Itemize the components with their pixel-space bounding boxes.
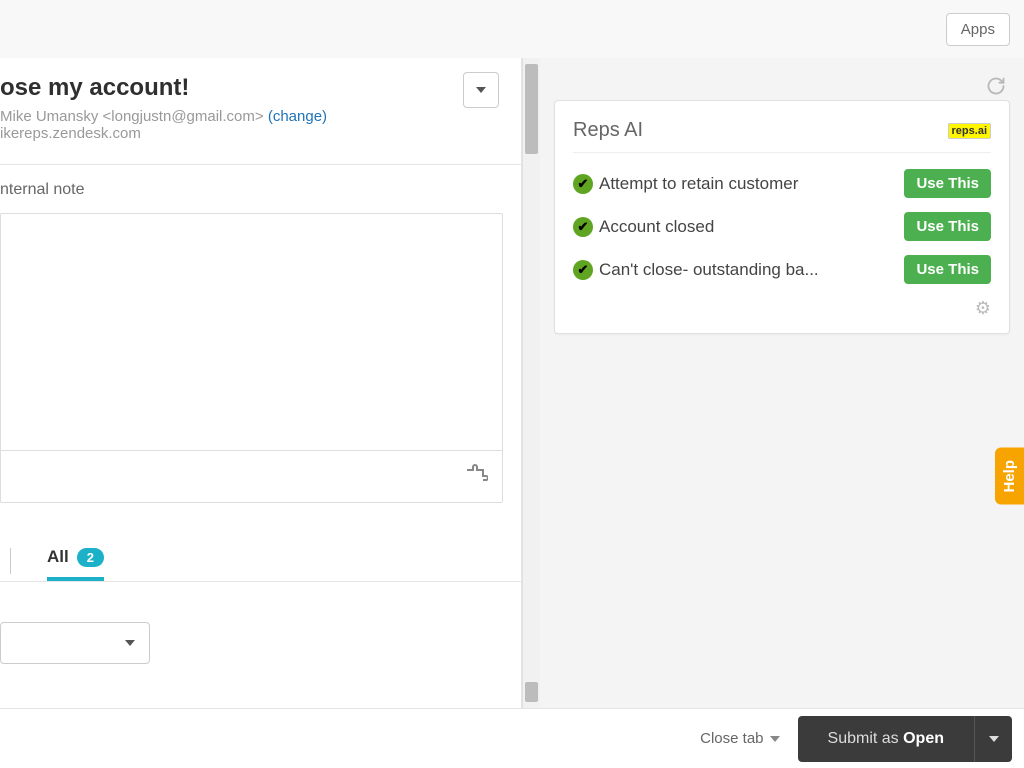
reps-ai-header: Reps AI reps.ai (573, 119, 991, 153)
suggestion-row: ✔ Can't close- outstanding ba... Use Thi… (573, 255, 991, 284)
apps-button[interactable]: Apps (946, 13, 1010, 46)
ticket-requester: Mike Umansky <longjustn@gmail.com> (chan… (0, 108, 503, 125)
tab-all[interactable]: All 2 (47, 547, 104, 581)
apps-shortcut-icon[interactable] (464, 464, 488, 490)
submit-prefix: Submit as (828, 730, 904, 747)
gear-icon[interactable]: ⚙ (975, 298, 991, 319)
suggestion-row: ✔ Account closed Use This (573, 212, 991, 241)
chevron-down-icon (476, 87, 486, 93)
collapse-header-button[interactable] (463, 72, 499, 108)
compose-footer (1, 450, 502, 502)
reps-ai-title: Reps AI (573, 119, 643, 142)
change-requester-link[interactable]: (change) (268, 108, 327, 125)
compose-area (0, 213, 503, 503)
suggestion-text: Account closed (599, 217, 714, 237)
ticket-header: ose my account! Mike Umansky <longjustn@… (0, 58, 521, 154)
reps-ai-card: Reps AI reps.ai ✔ Attempt to retain cust… (554, 100, 1010, 334)
help-tab[interactable]: Help (995, 448, 1024, 505)
tab-all-label: All (47, 547, 69, 567)
reps-ai-logo: reps.ai (948, 123, 991, 139)
conversation-tabs: All 2 (0, 547, 521, 582)
use-this-button[interactable]: Use This (904, 255, 991, 284)
requester-name: Mike Umansky <longjustn@gmail.com> (0, 108, 268, 125)
suggestion-row: ✔ Attempt to retain customer Use This (573, 169, 991, 198)
reply-tab-internal-note[interactable]: nternal note (0, 165, 521, 199)
tab-separator (10, 548, 11, 574)
ticket-footer: Close tab Submit as Open (0, 708, 1024, 768)
suggestion-text: Can't close- outstanding ba... (599, 260, 819, 280)
refresh-icon[interactable] (986, 76, 1006, 96)
tab-all-count: 2 (77, 548, 104, 567)
chevron-down-icon (770, 736, 780, 742)
chevron-down-icon (125, 640, 135, 646)
ticket-subject: ose my account! (0, 74, 503, 102)
suggestion-label: ✔ Account closed (573, 217, 904, 237)
submit-status: Open (903, 730, 944, 747)
footer-dropdown[interactable] (0, 622, 150, 664)
scroll-thumb[interactable] (525, 64, 538, 154)
close-tab-button[interactable]: Close tab (700, 730, 779, 747)
app-settings-row: ⚙ (573, 298, 991, 319)
chevron-down-icon (989, 736, 999, 742)
ticket-pane: ose my account! Mike Umansky <longjustn@… (0, 58, 522, 708)
close-tab-label: Close tab (700, 730, 763, 747)
use-this-button[interactable]: Use This (904, 169, 991, 198)
suggestion-label: ✔ Attempt to retain customer (573, 174, 904, 194)
check-icon: ✔ (573, 217, 593, 237)
check-icon: ✔ (573, 174, 593, 194)
submit-group: Submit as Open (798, 716, 1012, 762)
use-this-button[interactable]: Use This (904, 212, 991, 241)
main-content: ose my account! Mike Umansky <longjustn@… (0, 58, 1024, 708)
suggestion-label: ✔ Can't close- outstanding ba... (573, 260, 904, 280)
check-icon: ✔ (573, 260, 593, 280)
ticket-via: ikereps.zendesk.com (0, 125, 503, 142)
scrollbar[interactable] (522, 58, 540, 708)
suggestion-text: Attempt to retain customer (599, 174, 798, 194)
apps-sidebar: Reps AI reps.ai ✔ Attempt to retain cust… (540, 58, 1024, 708)
top-bar: Apps (0, 0, 1024, 58)
scroll-thumb-bottom[interactable] (525, 682, 538, 702)
compose-textarea[interactable] (1, 214, 502, 450)
submit-button[interactable]: Submit as Open (798, 716, 974, 762)
submit-status-dropdown[interactable] (974, 716, 1012, 762)
